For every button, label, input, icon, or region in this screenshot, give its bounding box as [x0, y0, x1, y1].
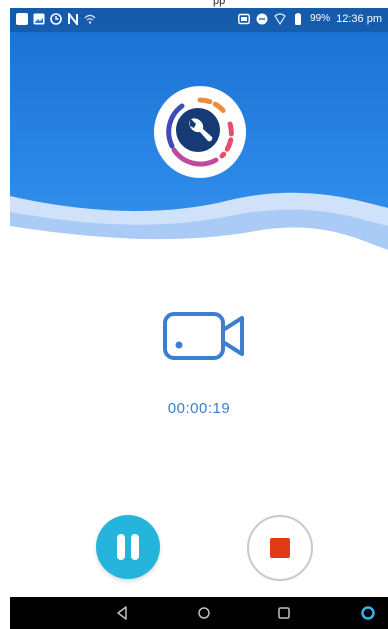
signal-icon [274, 13, 286, 26]
back-button[interactable] [102, 597, 142, 629]
notification-square-icon [16, 13, 28, 25]
phone-screen: 99% 12:36 pm 00:00:19 [10, 8, 388, 629]
assistant-ring-icon [361, 606, 375, 620]
assistant-button[interactable] [348, 597, 388, 629]
recents-button[interactable] [264, 597, 304, 629]
home-button[interactable] [184, 597, 224, 629]
screenshot-icon [238, 13, 251, 25]
pause-button[interactable] [96, 515, 160, 579]
n-notification-icon [67, 11, 79, 27]
recents-square-icon [278, 607, 290, 619]
wifi-off-icon [84, 13, 96, 25]
do-not-disturb-icon [256, 13, 268, 25]
status-bar-right: 99% 12:36 pm [238, 13, 382, 26]
top-strip: pp [0, 0, 388, 8]
header-wave [10, 192, 388, 288]
status-bar: 99% 12:36 pm [10, 8, 388, 32]
stop-icon [270, 538, 290, 558]
status-bar-left [16, 11, 96, 27]
wrench-icon [152, 84, 248, 180]
back-triangle-icon [117, 606, 127, 620]
home-circle-icon [198, 607, 210, 619]
recording-timer: 00:00:19 [167, 400, 231, 417]
status-time: 12:36 pm [336, 13, 382, 25]
battery-percent: 99% [310, 13, 331, 24]
navigation-bar [10, 597, 388, 629]
clock-notification-icon [50, 13, 62, 25]
video-camera-icon [160, 308, 250, 368]
pause-icon-bar [131, 534, 139, 560]
stop-button[interactable] [247, 515, 313, 581]
image-notification-icon [33, 13, 45, 25]
battery-icon [292, 13, 304, 25]
pause-icon [117, 534, 125, 560]
top-strip-label: pp [213, 0, 226, 7]
